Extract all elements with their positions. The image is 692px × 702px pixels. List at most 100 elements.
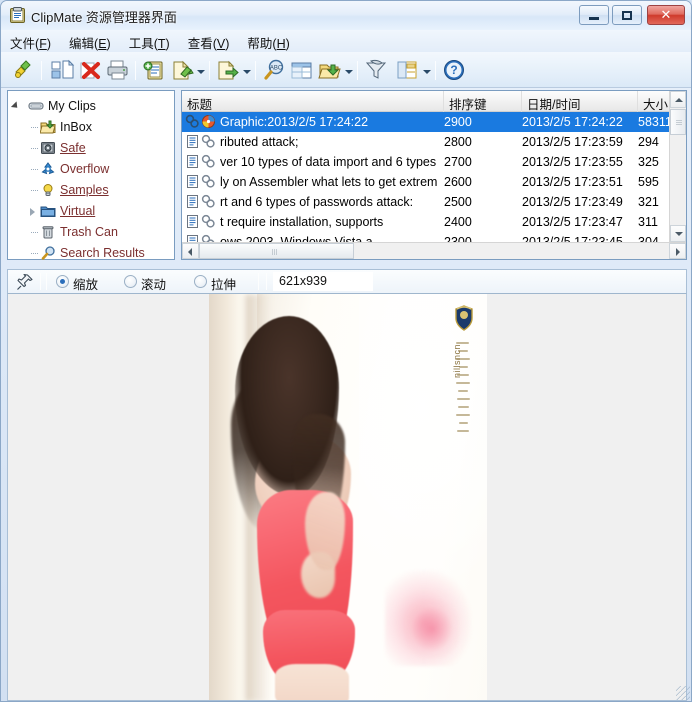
scroll-right-button[interactable] <box>669 243 686 259</box>
list-horizontal-scrollbar[interactable] <box>182 242 686 259</box>
table-row[interactable]: Graphic:2013/2/5 17:24:22 2900 2013/2/5 … <box>182 112 686 132</box>
title-bar: ClipMate 资源管理器界面 ✕ <box>1 1 691 30</box>
column-header-sortkey[interactable]: 排序键 <box>444 91 522 112</box>
menu-tools[interactable]: 工具(T) <box>120 30 179 52</box>
clipboard-capture-icon[interactable] <box>9 58 35 83</box>
tree-item-label: Safe <box>60 141 86 155</box>
text-clip-icon <box>185 154 200 169</box>
radio-unselected-icon <box>194 275 207 288</box>
tree-item-trash-can[interactable]: Trash Can <box>8 222 174 243</box>
preview-image-area[interactable]: nillsncn <box>7 293 687 701</box>
preview-mode-stretch-label: 拉伸 <box>211 278 237 292</box>
tree-item-virtual[interactable]: Virtual <box>8 201 174 222</box>
menu-view[interactable]: 查看(V) <box>179 30 239 52</box>
tree-item-safe[interactable]: Safe <box>8 138 174 159</box>
scroll-left-button[interactable] <box>182 243 199 259</box>
cell-title: Graphic:2013/2/5 17:24:22 <box>220 115 369 129</box>
cell-title: t require installation, supports <box>220 215 384 229</box>
layout-panes-icon[interactable] <box>395 58 421 83</box>
cell-sortkey: 2400 <box>444 215 472 229</box>
cell-datetime: 2013/2/5 17:23:47 <box>522 215 623 229</box>
tree-item-my-clips[interactable]: My Clips <box>8 96 174 117</box>
minimize-icon <box>580 6 608 24</box>
table-row[interactable]: t require installation, supports 2400 20… <box>182 212 686 232</box>
clip-tree-panel: My Clips InBox Safe Overflow Samples Vir… <box>7 90 175 260</box>
clip-icon <box>201 194 216 209</box>
table-row[interactable]: ributed attack; 2800 2013/2/5 17:23:59 2… <box>182 132 686 152</box>
cell-sortkey: 2500 <box>444 195 472 209</box>
menu-tools-label: 工具 <box>128 37 154 51</box>
menu-file-label: 文件 <box>10 37 36 51</box>
menu-file-accel: F <box>39 37 47 51</box>
open-folder-icon[interactable] <box>317 58 343 83</box>
paste-clip-icon[interactable] <box>169 58 195 83</box>
tree-item-label: My Clips <box>48 99 96 113</box>
cell-sortkey: 2600 <box>444 175 472 189</box>
scroll-thumb-horizontal[interactable] <box>199 243 354 259</box>
radio-selected-icon <box>56 275 69 288</box>
preview-photo: nillsncn <box>209 294 487 700</box>
resize-grip[interactable] <box>676 686 690 700</box>
maximize-button[interactable] <box>612 5 642 25</box>
safe-icon <box>40 140 56 156</box>
spell-search-icon[interactable]: ABC <box>261 58 287 83</box>
table-row[interactable]: ly on Assembler what lets to get extrem.… <box>182 172 686 192</box>
cell-datetime: 2013/2/5 17:23:59 <box>522 135 623 149</box>
cell-title: rt and 6 types of passwords attack: <box>220 195 414 209</box>
list-column-headers: 标题 排序键 日期/时间 大小 源 <box>182 91 686 112</box>
menu-help-accel: H <box>276 37 286 51</box>
pushpin-icon[interactable] <box>16 273 34 291</box>
list-vertical-scrollbar[interactable] <box>669 91 686 259</box>
delete-red-x-icon[interactable] <box>77 58 103 83</box>
tree-item-overflow[interactable]: Overflow <box>8 159 174 180</box>
clip-icon <box>201 214 216 229</box>
cell-title: ributed attack; <box>220 135 299 149</box>
tree-item-samples[interactable]: Samples <box>8 180 174 201</box>
open-folder-dropdown-arrow[interactable] <box>344 67 353 76</box>
filter-funnel-icon[interactable] <box>363 58 389 83</box>
cell-datetime: 2013/2/5 17:23:49 <box>522 195 623 209</box>
cell-datetime: 2013/2/5 17:23:55 <box>522 155 623 169</box>
expander-closed-icon[interactable] <box>30 208 35 216</box>
tree-item-label: Trash Can <box>60 225 118 239</box>
minimize-button[interactable] <box>579 5 609 25</box>
close-icon: ✕ <box>660 7 672 22</box>
photo-legs <box>275 664 349 700</box>
menu-edit[interactable]: 编辑(E) <box>60 30 120 52</box>
column-header-datetime[interactable]: 日期/时间 <box>522 91 638 112</box>
list-view-icon[interactable] <box>289 58 315 83</box>
scroll-up-button[interactable] <box>670 91 686 108</box>
photo-watermark-text: nillsncn <box>452 344 462 379</box>
tree-item-label: InBox <box>60 120 92 134</box>
new-clip-icon[interactable] <box>141 58 167 83</box>
database-icon <box>28 98 44 114</box>
menu-bar: 文件(F) 编辑(E) 工具(T) 查看(V) 帮助(H) <box>1 30 691 52</box>
table-row[interactable]: rt and 6 types of passwords attack: 2500… <box>182 192 686 212</box>
table-row[interactable]: ver 10 types of data import and 6 types … <box>182 152 686 172</box>
column-header-title[interactable]: 标题 <box>182 91 444 112</box>
clip-icon <box>201 134 216 149</box>
help-question-icon[interactable]: ? <box>441 58 467 83</box>
tree-item-label: Overflow <box>60 162 110 176</box>
clip-list-panel: 标题 排序键 日期/时间 大小 源 Graphic:2013/2/5 17:24… <box>181 90 687 260</box>
export-clip-dropdown-arrow[interactable] <box>242 67 251 76</box>
clip-icon <box>201 174 216 189</box>
scroll-down-button[interactable] <box>670 225 686 242</box>
upper-split-container: My Clips InBox Safe Overflow Samples Vir… <box>1 88 691 265</box>
expander-open-icon[interactable] <box>13 102 22 111</box>
export-clip-icon[interactable] <box>215 58 241 83</box>
print-icon[interactable] <box>105 58 131 83</box>
close-button[interactable]: ✕ <box>647 5 685 25</box>
text-clip-icon <box>185 134 200 149</box>
paste-clip-dropdown-arrow[interactable] <box>196 67 205 76</box>
scroll-thumb[interactable] <box>670 109 686 135</box>
text-clip-icon <box>185 174 200 189</box>
menu-help[interactable]: 帮助(H) <box>238 30 298 52</box>
copy-panes-icon[interactable] <box>49 58 75 83</box>
svg-text:?: ? <box>450 63 457 77</box>
layout-panes-dropdown-arrow[interactable] <box>422 67 431 76</box>
tree-item-search-results[interactable]: Search Results <box>8 243 174 264</box>
tree-item-inbox[interactable]: InBox <box>8 117 174 138</box>
menu-file[interactable]: 文件(F) <box>1 30 60 52</box>
cell-sortkey: 2900 <box>444 115 472 129</box>
